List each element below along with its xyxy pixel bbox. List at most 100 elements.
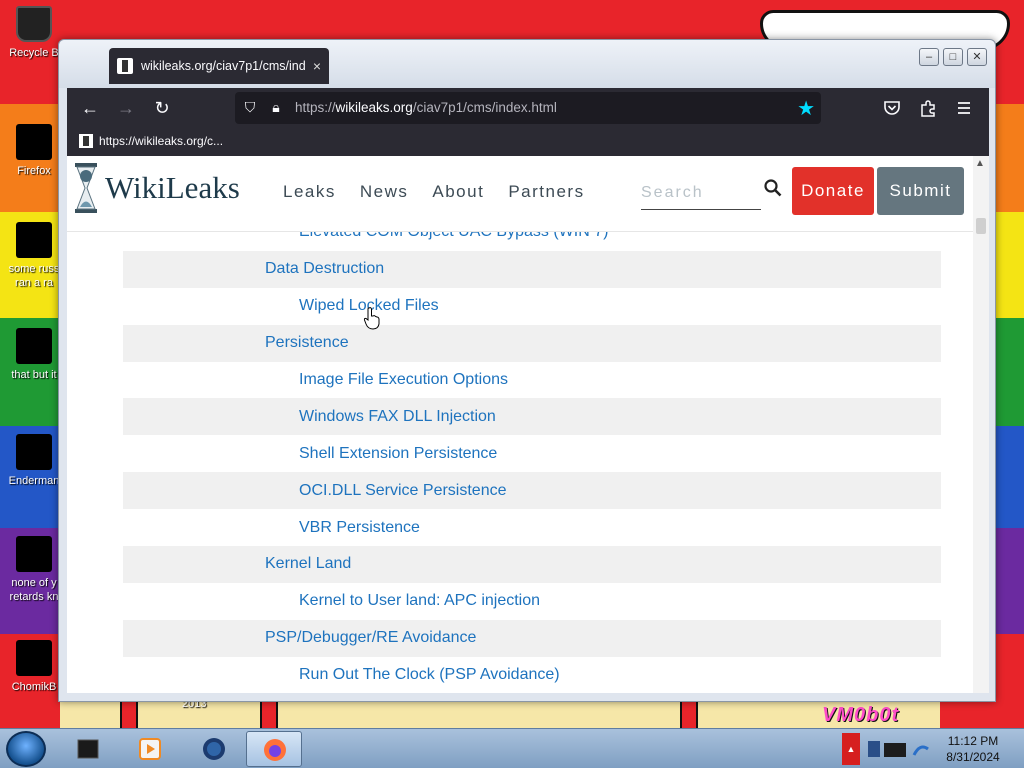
browser-window: wikileaks.org/ciav7p1/cms/ind × – □ ✕ ← … — [58, 39, 996, 702]
list-item: Shell Extension Persistence — [123, 435, 941, 472]
wikileaks-favicon-icon — [79, 134, 93, 148]
tray-network-icon[interactable] — [866, 737, 936, 761]
start-button-windows-icon[interactable] — [6, 731, 46, 767]
list-item: Windows FAX DLL Injection — [123, 398, 941, 436]
document-link[interactable]: Wiped Locked Files — [123, 297, 439, 315]
document-link[interactable]: Windows FAX DLL Injection — [123, 408, 496, 426]
media-player-icon — [139, 738, 161, 760]
search-icon[interactable] — [763, 178, 783, 198]
category-link[interactable]: Kernel Land — [123, 555, 351, 573]
pocket-icon[interactable] — [883, 99, 901, 117]
list-item: Image File Execution Options — [123, 362, 941, 399]
category-link[interactable]: Persistence — [123, 334, 349, 352]
clock-date: 8/31/2024 — [946, 750, 1000, 764]
desktop-icon-none-of-y[interactable]: none of y retards kn — [2, 536, 66, 604]
bookmark-item[interactable]: https://wikileaks.org/c... — [79, 134, 223, 148]
list-item: Kernel to User land: APC injection — [123, 583, 941, 620]
list-item: Run Out The Clock (PSP Avoidance) — [123, 657, 941, 693]
tray-show-hidden-icons[interactable]: ▲ — [842, 733, 860, 765]
firefox-icon — [16, 124, 52, 160]
window-titlebar[interactable]: wikileaks.org/ciav7p1/cms/ind × – □ ✕ — [59, 40, 995, 88]
desktop-icon-label: Firefox — [17, 165, 51, 177]
wallpaper-vm-text: VM0b0t — [822, 704, 900, 726]
scroll-up-arrow-icon[interactable]: ▲ — [975, 158, 985, 169]
desktop-icon-chomikb[interactable]: ChomikB — [2, 640, 66, 694]
lock-icon[interactable]: 🔒︎ — [267, 99, 285, 117]
tracking-shield-icon[interactable]: ⛉ — [241, 99, 259, 117]
menu-item-leaks[interactable]: Leaks — [283, 182, 336, 202]
hourglass-logo-icon — [75, 163, 97, 213]
desktop-icon-label: Enderman — [8, 475, 60, 487]
file-icon — [16, 222, 52, 258]
taskbar: ▲ 11:12 PM 8/31/2024 — [0, 728, 1024, 768]
url-text[interactable]: https://wikileaks.org/ciav7p1/cms/index.… — [295, 100, 557, 115]
recycle-bin-icon — [16, 6, 52, 42]
desktop-icon-label: Recycle B — [9, 47, 59, 59]
search-input[interactable]: Search — [641, 178, 761, 210]
bookmark-label: https://wikileaks.org/c... — [99, 134, 224, 148]
wikileaks-favicon-icon — [117, 58, 133, 74]
page-content: WikiLeaks Leaks News About Partners Sear… — [67, 156, 989, 693]
window-close-button[interactable]: ✕ — [967, 48, 987, 66]
desktop-icon-label: that but it — [11, 369, 57, 381]
menu-item-news[interactable]: News — [360, 182, 409, 202]
wallpaper-stripe — [680, 698, 698, 730]
back-arrow-icon[interactable]: ← — [79, 97, 101, 119]
list-item: Wiped Locked Files — [123, 288, 941, 325]
desktop-icon-some-russ[interactable]: some russ ran a ra — [2, 222, 66, 290]
hand-pointer-cursor-icon — [363, 307, 380, 330]
file-icon — [16, 328, 52, 364]
list-item: VBR Persistence — [123, 509, 941, 546]
desktop-icon-firefox[interactable]: Firefox — [2, 124, 66, 178]
category-link[interactable]: PSP/Debugger/RE Avoidance — [123, 629, 476, 647]
submit-button[interactable]: Submit — [877, 167, 964, 215]
window-maximize-button[interactable]: □ — [943, 48, 963, 66]
window-minimize-button[interactable]: – — [919, 48, 939, 66]
desktop-icon-label: ChomikB — [11, 681, 57, 693]
document-link[interactable]: OCI.DLL Service Persistence — [123, 482, 506, 500]
document-link[interactable]: VBR Persistence — [123, 519, 420, 537]
document-link[interactable]: Image File Execution Options — [123, 371, 508, 389]
donate-button[interactable]: Donate — [792, 167, 874, 215]
document-link[interactable]: Run Out The Clock (PSP Avoidance) — [123, 666, 560, 684]
desktop-icon-label: some russ — [8, 263, 60, 275]
taskbar-app-media-player[interactable] — [122, 731, 178, 767]
browser-tab[interactable]: wikileaks.org/ciav7p1/cms/ind × — [109, 48, 329, 84]
wallpaper-stripe — [120, 698, 138, 730]
url-path: /ciav7p1/cms/index.html — [412, 100, 557, 115]
hamburger-menu-icon[interactable] — [955, 99, 973, 117]
taskbar-app-cmd[interactable] — [60, 731, 116, 767]
desktop-icon-label: retards kn — [9, 591, 59, 603]
list-item: Kernel Land — [123, 546, 941, 583]
category-link[interactable]: Data Destruction — [123, 260, 384, 278]
list-item: OCI.DLL Service Persistence — [123, 472, 941, 510]
bookmark-star-icon[interactable]: ★ — [797, 96, 815, 121]
tab-close-icon[interactable]: × — [313, 58, 321, 74]
taskbar-app-firefox[interactable] — [246, 731, 302, 767]
menu-item-partners[interactable]: Partners — [508, 182, 584, 202]
desktop-icon-enderman[interactable]: Enderman — [2, 434, 66, 488]
file-icon — [16, 434, 52, 470]
extensions-puzzle-icon[interactable] — [919, 99, 937, 117]
url-bar[interactable]: ⛉ 🔒︎ https://wikileaks.org/ciav7p1/cms/i… — [235, 92, 821, 124]
clock-time: 11:12 PM — [947, 734, 999, 748]
document-link[interactable]: Kernel to User land: APC injection — [123, 592, 540, 610]
wikileaks-logo[interactable]: WikiLeaks — [73, 162, 240, 214]
site-header: WikiLeaks Leaks News About Partners Sear… — [67, 156, 973, 232]
scrollbar-thumb[interactable] — [976, 218, 986, 234]
menu-item-about[interactable]: About — [432, 182, 484, 202]
reload-icon[interactable]: ↻ — [151, 97, 173, 119]
browser-navbar: ← → ↻ ⛉ 🔒︎ https://wikileaks.org/ciav7p1… — [67, 88, 989, 128]
url-host: wikileaks.org — [335, 100, 413, 115]
firefox-icon — [264, 739, 286, 761]
file-icon — [16, 640, 52, 676]
document-link[interactable]: Shell Extension Persistence — [123, 445, 497, 463]
system-clock[interactable]: 11:12 PM 8/31/2024 — [940, 733, 1006, 765]
wallpaper-stripe — [260, 698, 278, 730]
taskbar-app-globe[interactable] — [186, 731, 242, 767]
desktop-icon-recycle-bin[interactable]: Recycle B — [2, 6, 66, 60]
forward-arrow-icon[interactable]: → — [115, 97, 137, 119]
page-scrollbar[interactable]: ▲ — [973, 156, 989, 693]
terminal-box-icon — [77, 739, 99, 759]
desktop-icon-that-but-it[interactable]: that but it — [2, 328, 66, 382]
